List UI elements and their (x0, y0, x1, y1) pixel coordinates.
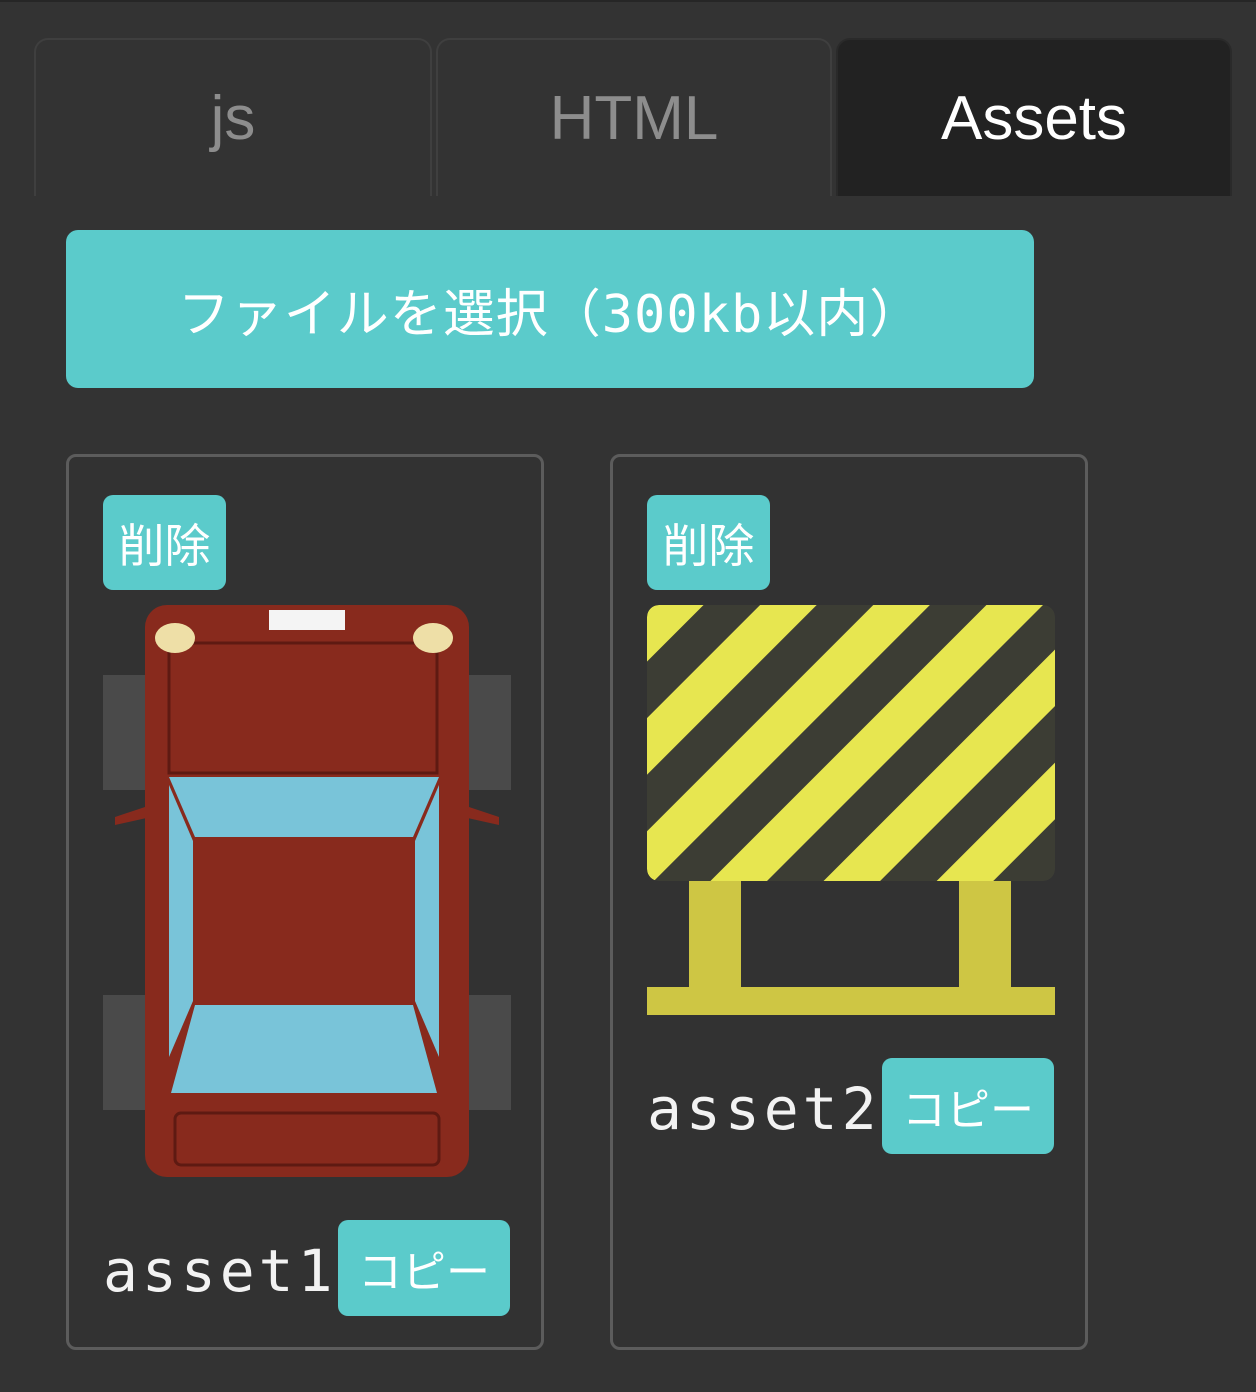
copy-button[interactable]: コピー (882, 1058, 1054, 1154)
tab-html[interactable]: HTML (436, 38, 832, 196)
tab-js[interactable]: js (34, 38, 432, 196)
delete-button[interactable]: 削除 (647, 495, 770, 590)
asset-name: asset1 (103, 1237, 337, 1305)
delete-button[interactable]: 削除 (103, 495, 226, 590)
asset-card: 削除 asset2 コピー (610, 454, 1088, 1350)
copy-button[interactable]: コピー (338, 1220, 510, 1316)
red-car-image (103, 605, 511, 1177)
asset-name: asset2 (647, 1075, 881, 1143)
top-border (0, 0, 1256, 2)
file-select-button[interactable]: ファイルを選択（300kb以内） (66, 230, 1034, 388)
asset-card: 削除 asset1 コピー (66, 454, 544, 1350)
road-barrier-image (647, 605, 1055, 1015)
tab-assets[interactable]: Assets (836, 38, 1232, 196)
